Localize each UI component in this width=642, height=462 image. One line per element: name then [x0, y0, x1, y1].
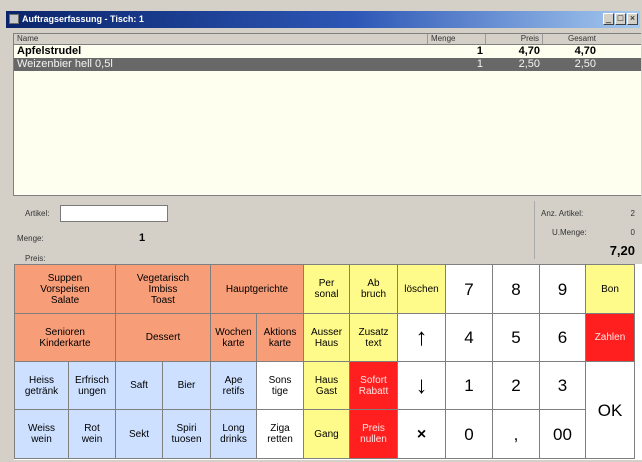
- app-icon: [9, 14, 19, 24]
- order-summary: Anz. Artikel: 2 U.Menge: 0 7,20: [534, 201, 641, 259]
- list-header: Name Menge Preis Gesamt: [14, 34, 641, 45]
- category-long-drinks-button[interactable]: Long drinks: [210, 409, 257, 459]
- artikel-input[interactable]: [60, 205, 168, 222]
- digit-3-button[interactable]: 3: [539, 361, 586, 410]
- ok-button[interactable]: OK: [585, 361, 635, 459]
- digit-4-button[interactable]: 4: [445, 313, 493, 362]
- category-vegetarisch-button[interactable]: Vegetarisch Imbiss Toast: [115, 264, 211, 314]
- column-header-price[interactable]: Preis: [486, 34, 543, 44]
- menge-label: Menge:: [17, 234, 44, 243]
- category-sekt-button[interactable]: Sekt: [115, 409, 163, 459]
- item-price: 2,50: [518, 58, 540, 70]
- category-suppen-button[interactable]: Suppen Vorspeisen Salate: [14, 264, 116, 314]
- category-spirituosen-button[interactable]: Spiri tuosen: [162, 409, 211, 459]
- close-button[interactable]: ×: [627, 13, 638, 25]
- anz-artikel-value: 2: [630, 209, 635, 218]
- haus-gast-button[interactable]: Haus Gast: [303, 361, 350, 410]
- column-header-total[interactable]: Gesamt: [543, 34, 599, 44]
- order-list[interactable]: Name Menge Preis Gesamt Apfelstrudel 1 4…: [13, 33, 641, 196]
- arrow-down-icon[interactable]: ↓: [397, 361, 446, 410]
- gang-button[interactable]: Gang: [303, 409, 350, 459]
- arrow-up-icon[interactable]: ↑: [397, 313, 446, 362]
- category-erfrischungen-button[interactable]: Erfrisch ungen: [68, 361, 116, 410]
- category-bier-button[interactable]: Bier: [162, 361, 211, 410]
- category-rotwein-button[interactable]: Rot wein: [68, 409, 116, 459]
- category-senioren-button[interactable]: Senioren Kinderkarte: [14, 313, 116, 362]
- item-total: 4,70: [574, 45, 596, 57]
- category-sonstige-button[interactable]: Sons tige: [256, 361, 304, 410]
- menge-value: 1: [139, 232, 146, 244]
- item-qty: 1: [476, 45, 483, 57]
- category-hauptgerichte-button[interactable]: Hauptgerichte: [210, 264, 304, 314]
- title-bar[interactable]: Auftragserfassung - Tisch: 1 _ □ ×: [6, 11, 640, 28]
- artikel-label: Artikel:: [25, 209, 50, 218]
- order-info-panel: Artikel: Menge: 1 Preis: Anz. Artikel: 2…: [13, 196, 641, 263]
- digit-9-button[interactable]: 9: [539, 264, 586, 314]
- loeschen-button[interactable]: löschen: [397, 264, 446, 314]
- app-window: Auftragserfassung - Tisch: 1 _ □ × Name …: [0, 0, 642, 462]
- digit-8-button[interactable]: 8: [492, 264, 540, 314]
- minimize-button[interactable]: _: [603, 13, 614, 25]
- order-total: 7,20: [609, 243, 635, 258]
- zusatztext-button[interactable]: Zusatz text: [349, 313, 398, 362]
- abbruch-button[interactable]: Ab bruch: [349, 264, 398, 314]
- window-title: Auftragserfassung - Tisch: 1: [22, 14, 144, 24]
- umenge-label: U.Menge:: [552, 228, 587, 237]
- digit-6-button[interactable]: 6: [539, 313, 586, 362]
- digit-5-button[interactable]: 5: [492, 313, 540, 362]
- category-aperitifs-button[interactable]: Ape retifs: [210, 361, 257, 410]
- window-controls: _ □ ×: [603, 13, 638, 26]
- anz-artikel-label: Anz. Artikel:: [541, 209, 584, 218]
- umenge-value: 0: [630, 228, 635, 237]
- category-saft-button[interactable]: Saft: [115, 361, 163, 410]
- preis-label: Preis:: [25, 254, 46, 263]
- ausser-haus-button[interactable]: Ausser Haus: [303, 313, 350, 362]
- bon-button[interactable]: Bon: [585, 264, 635, 314]
- category-zigaretten-button[interactable]: Ziga retten: [256, 409, 304, 459]
- digit-0-button[interactable]: 0: [445, 409, 493, 459]
- item-qty: 1: [476, 58, 483, 70]
- comma-button[interactable]: ,: [492, 409, 540, 459]
- item-name: Apfelstrudel: [17, 45, 82, 57]
- category-wochenkarte-button[interactable]: Wochen karte: [210, 313, 257, 362]
- category-aktionskarte-button[interactable]: Aktions karte: [256, 313, 304, 362]
- item-total: 2,50: [574, 58, 596, 70]
- maximize-button[interactable]: □: [615, 13, 626, 25]
- column-header-qty[interactable]: Menge: [428, 34, 486, 44]
- digit-1-button[interactable]: 1: [445, 361, 493, 410]
- keypad: Suppen Vorspeisen Salate Vegetarisch Imb…: [14, 264, 642, 460]
- item-name: Weizenbier hell 0,5l: [17, 58, 113, 70]
- digit-2-button[interactable]: 2: [492, 361, 540, 410]
- sofort-rabatt-button[interactable]: Sofort Rabatt: [349, 361, 398, 410]
- category-dessert-button[interactable]: Dessert: [115, 313, 211, 362]
- double-zero-button[interactable]: 00: [539, 409, 586, 459]
- order-row[interactable]: Apfelstrudel 1 4,70 4,70: [14, 45, 641, 58]
- clear-icon[interactable]: ×: [397, 409, 446, 459]
- zahlen-button[interactable]: Zahlen: [585, 313, 635, 362]
- preis-nullen-button[interactable]: Preis nullen: [349, 409, 398, 459]
- category-weisswein-button[interactable]: Weiss wein: [14, 409, 69, 459]
- category-heissgetraenke-button[interactable]: Heiss getränk: [14, 361, 69, 410]
- column-header-name[interactable]: Name: [14, 34, 428, 44]
- item-price: 4,70: [518, 45, 540, 57]
- digit-7-button[interactable]: 7: [445, 264, 493, 314]
- order-row-selected[interactable]: Weizenbier hell 0,5l 1 2,50 2,50: [14, 58, 641, 71]
- personal-button[interactable]: Per sonal: [303, 264, 350, 314]
